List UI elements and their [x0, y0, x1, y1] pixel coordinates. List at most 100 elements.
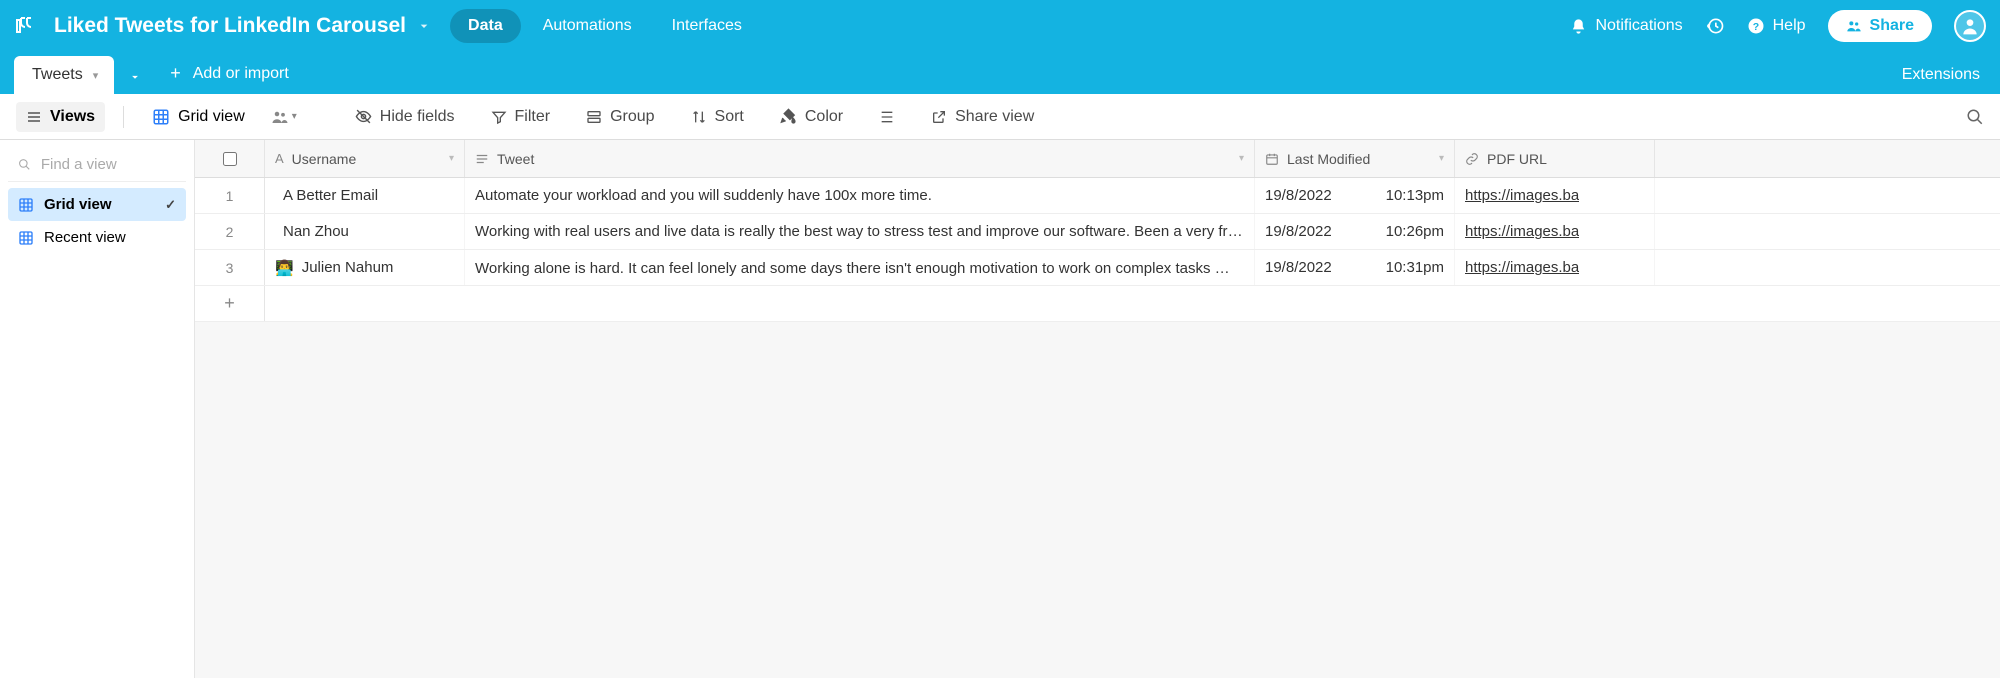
column-header-username[interactable]: A Username ▾	[265, 140, 465, 177]
chevron-down-icon[interactable]: ▾	[1439, 153, 1444, 164]
sort-button[interactable]: Sort	[677, 102, 758, 132]
share-view-button[interactable]: Share view	[917, 102, 1048, 132]
cell-tweet[interactable]: Working with real users and live data is…	[465, 214, 1255, 249]
grid-icon	[18, 230, 34, 246]
chevron-down-icon[interactable]: ▾	[1239, 153, 1244, 164]
group-button[interactable]: Group	[572, 102, 668, 132]
data-grid: A Username ▾ Tweet ▾ Last Modified ▾ PDF…	[195, 140, 2000, 678]
hide-fields-button[interactable]: Hide fields	[341, 102, 469, 132]
add-row-button[interactable]: +	[195, 286, 265, 321]
long-text-icon	[475, 152, 489, 166]
find-view-search[interactable]	[8, 148, 186, 182]
table-row[interactable]: 2 Nan Zhou Working with real users and l…	[195, 214, 2000, 250]
column-header-pdf-url[interactable]: PDF URL	[1455, 140, 1655, 177]
current-view-button[interactable]: Grid view	[142, 102, 255, 132]
help-button[interactable]: ? Help	[1747, 17, 1806, 35]
view-label: Grid view	[44, 196, 112, 213]
row-height-icon	[879, 109, 895, 125]
nav-tab-automations[interactable]: Automations	[525, 9, 650, 43]
cell-tweet[interactable]: Working alone is hard. It can feel lonel…	[465, 250, 1255, 285]
chevron-down-icon	[128, 70, 142, 84]
help-label: Help	[1773, 17, 1806, 35]
notifications-button[interactable]: Notifications	[1570, 17, 1682, 35]
workspace-nav: Data Automations Interfaces	[450, 9, 760, 43]
base-title[interactable]: Liked Tweets for LinkedIn Carousel	[54, 14, 406, 38]
select-all-checkbox[interactable]	[223, 152, 237, 166]
cell-last-modified[interactable]: 19/8/2022 10:26pm	[1255, 214, 1455, 249]
cell-username[interactable]: Nan Zhou	[265, 214, 465, 249]
sort-label: Sort	[715, 108, 744, 126]
topbar: Liked Tweets for LinkedIn Carousel Data …	[0, 0, 2000, 52]
share-view-label: Share view	[955, 108, 1034, 126]
row-number[interactable]: 1	[195, 178, 265, 213]
search-icon	[1966, 108, 1984, 126]
cell-pdf-url[interactable]: https://images.ba	[1455, 214, 1655, 249]
text-type-icon: A	[275, 151, 284, 166]
column-header-last-modified[interactable]: Last Modified ▾	[1255, 140, 1455, 177]
bell-icon	[1570, 18, 1587, 35]
group-label: Group	[610, 108, 654, 126]
cell-tweet[interactable]: Automate your workload and you will sudd…	[465, 178, 1255, 213]
collaborator-dropdown[interactable]: ▾	[263, 108, 305, 126]
color-button[interactable]: Color	[766, 102, 857, 132]
link-icon	[1465, 152, 1479, 166]
color-label: Color	[805, 108, 843, 126]
filter-icon	[491, 109, 507, 125]
filter-label: Filter	[515, 108, 551, 126]
table-tab-tweets[interactable]: Tweets ▾	[14, 56, 114, 94]
workspace: Grid view ✓ Recent view A Username ▾ Twe…	[0, 140, 2000, 678]
add-or-import-button[interactable]: + Add or import	[156, 53, 303, 94]
share-button[interactable]: Share	[1828, 10, 1932, 42]
sidebar-view-recent[interactable]: Recent view	[8, 221, 186, 254]
search-icon	[18, 157, 31, 172]
check-icon: ✓	[165, 197, 176, 213]
row-height-button[interactable]	[865, 103, 909, 131]
chevron-down-icon: ▾	[93, 69, 99, 82]
grid-icon	[152, 108, 170, 126]
search-button[interactable]	[1966, 108, 1984, 126]
nav-tab-interfaces[interactable]: Interfaces	[654, 9, 760, 43]
user-avatar[interactable]	[1954, 10, 1986, 42]
cell-last-modified[interactable]: 19/8/2022 10:13pm	[1255, 178, 1455, 213]
date-value: 19/8/2022	[1265, 223, 1332, 240]
tablebar: Tweets ▾ + Add or import Extensions	[0, 52, 2000, 94]
add-import-label: Add or import	[193, 65, 289, 83]
views-toggle[interactable]: Views	[16, 102, 105, 132]
table-list-dropdown[interactable]	[114, 60, 156, 94]
chevron-down-icon: ▾	[292, 111, 297, 122]
nav-tab-data[interactable]: Data	[450, 9, 521, 43]
username-value: A Better Email	[283, 187, 378, 204]
chevron-down-icon[interactable]	[416, 18, 432, 34]
cell-pdf-url[interactable]: https://images.ba	[1455, 178, 1655, 213]
column-label: Last Modified	[1287, 151, 1370, 167]
table-row[interactable]: 1 A Better Email Automate your workload …	[195, 178, 2000, 214]
username-prefix: 👨‍💻	[275, 259, 294, 277]
add-row[interactable]: +	[195, 286, 2000, 322]
column-header-tweet[interactable]: Tweet ▾	[465, 140, 1255, 177]
menu-icon	[26, 109, 42, 125]
row-number[interactable]: 2	[195, 214, 265, 249]
cell-username[interactable]: A Better Email	[265, 178, 465, 213]
cell-last-modified[interactable]: 19/8/2022 10:31pm	[1255, 250, 1455, 285]
group-icon	[586, 109, 602, 125]
help-icon: ?	[1747, 17, 1765, 35]
column-label: Username	[292, 151, 357, 167]
find-view-input[interactable]	[41, 156, 176, 173]
history-icon[interactable]	[1705, 16, 1725, 36]
cell-pdf-url[interactable]: https://images.ba	[1455, 250, 1655, 285]
row-number[interactable]: 3	[195, 250, 265, 285]
date-value: 19/8/2022	[1265, 187, 1332, 204]
sidebar-view-grid[interactable]: Grid view ✓	[8, 188, 186, 221]
filter-button[interactable]: Filter	[477, 102, 565, 132]
extensions-button[interactable]: Extensions	[1896, 56, 1986, 94]
grid-header-row: A Username ▾ Tweet ▾ Last Modified ▾ PDF…	[195, 140, 2000, 178]
username-value: Nan Zhou	[283, 223, 349, 240]
tweet-value: Automate your workload and you will sudd…	[475, 187, 932, 204]
app-logo-icon[interactable]	[14, 14, 54, 38]
select-all-cell[interactable]	[195, 140, 265, 177]
chevron-down-icon[interactable]: ▾	[449, 153, 454, 164]
table-row[interactable]: 3 👨‍💻 Julien Nahum Working alone is hard…	[195, 250, 2000, 286]
sort-icon	[691, 109, 707, 125]
cell-username[interactable]: 👨‍💻 Julien Nahum	[265, 250, 465, 285]
eye-off-icon	[355, 108, 372, 125]
